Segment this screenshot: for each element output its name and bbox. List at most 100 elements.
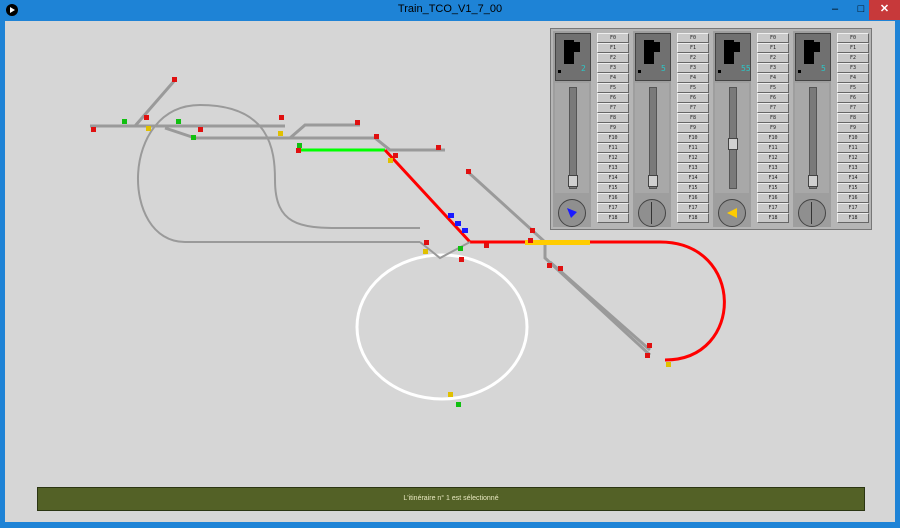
throttle-slider[interactable] bbox=[555, 83, 589, 193]
function-key[interactable]: F5 bbox=[677, 83, 709, 93]
function-key[interactable]: F7 bbox=[677, 103, 709, 113]
function-key[interactable]: F12 bbox=[837, 153, 869, 163]
function-key[interactable]: F0 bbox=[597, 33, 629, 43]
function-key[interactable]: F3 bbox=[597, 63, 629, 73]
function-key[interactable]: F10 bbox=[677, 133, 709, 143]
function-key[interactable]: F4 bbox=[597, 73, 629, 83]
loco-cab-2[interactable]: 5 F0 F1 F2 F3 F4 F5 F6 F7 F8 F9 F10 F11 … bbox=[631, 29, 711, 229]
function-key[interactable]: F11 bbox=[597, 143, 629, 153]
function-key[interactable]: F17 bbox=[757, 203, 789, 213]
direction-dial[interactable] bbox=[638, 199, 666, 227]
function-key[interactable]: F6 bbox=[597, 93, 629, 103]
function-key[interactable]: F12 bbox=[757, 153, 789, 163]
function-key[interactable]: F6 bbox=[677, 93, 709, 103]
function-key[interactable]: F8 bbox=[677, 113, 709, 123]
function-key[interactable]: F5 bbox=[597, 83, 629, 93]
function-key[interactable]: F3 bbox=[757, 63, 789, 73]
function-key[interactable]: F3 bbox=[837, 63, 869, 73]
track-diagonal-right-2[interactable] bbox=[549, 260, 651, 352]
track-route-red-main[interactable] bbox=[470, 240, 726, 362]
track-siding-top[interactable] bbox=[289, 123, 360, 140]
function-key[interactable]: F15 bbox=[757, 183, 789, 193]
function-key[interactable]: F9 bbox=[757, 123, 789, 133]
function-key[interactable]: F12 bbox=[597, 153, 629, 163]
function-key[interactable]: F1 bbox=[837, 43, 869, 53]
function-key[interactable]: F16 bbox=[837, 193, 869, 203]
function-key[interactable]: F11 bbox=[757, 143, 789, 153]
function-key[interactable]: F7 bbox=[597, 103, 629, 113]
function-key[interactable]: F9 bbox=[677, 123, 709, 133]
throttle-track[interactable] bbox=[649, 87, 657, 189]
function-key[interactable]: F1 bbox=[757, 43, 789, 53]
loco-cab-3[interactable]: 55 F0 F1 F2 F3 F4 F5 F6 F7 F8 F9 F10 F11… bbox=[711, 29, 791, 229]
function-key[interactable]: F5 bbox=[757, 83, 789, 93]
function-key[interactable]: F2 bbox=[597, 53, 629, 63]
throttle-track[interactable] bbox=[569, 87, 577, 189]
throttle-knob[interactable] bbox=[808, 175, 818, 187]
track-siding-left-2[interactable] bbox=[133, 79, 177, 127]
function-key[interactable]: F14 bbox=[597, 173, 629, 183]
function-key[interactable]: F18 bbox=[677, 213, 709, 223]
function-key[interactable]: F0 bbox=[677, 33, 709, 43]
function-key[interactable]: F12 bbox=[677, 153, 709, 163]
function-key[interactable]: F8 bbox=[837, 113, 869, 123]
train-yellow[interactable] bbox=[525, 240, 590, 245]
function-key[interactable]: F4 bbox=[837, 73, 869, 83]
function-key[interactable]: F13 bbox=[837, 163, 869, 173]
function-key[interactable]: F17 bbox=[597, 203, 629, 213]
loco-cab-1[interactable]: 2 F0 F1 F2 F3 F4 F5 F6 F7 F8 F9 F10 F11 … bbox=[551, 29, 631, 229]
function-key[interactable]: F11 bbox=[837, 143, 869, 153]
function-key[interactable]: F1 bbox=[677, 43, 709, 53]
function-key[interactable]: F2 bbox=[757, 53, 789, 63]
function-key[interactable]: F4 bbox=[677, 73, 709, 83]
throttle-knob[interactable] bbox=[728, 138, 738, 150]
function-key[interactable]: F17 bbox=[837, 203, 869, 213]
function-key[interactable]: F18 bbox=[597, 213, 629, 223]
function-key[interactable]: F2 bbox=[677, 53, 709, 63]
function-key[interactable]: F0 bbox=[837, 33, 869, 43]
function-key[interactable]: F14 bbox=[837, 173, 869, 183]
function-key[interactable]: F1 bbox=[597, 43, 629, 53]
function-key[interactable]: F10 bbox=[597, 133, 629, 143]
track-siding-left-4[interactable] bbox=[164, 126, 196, 140]
throttle-knob[interactable] bbox=[568, 175, 578, 187]
track-siding-top-2[interactable] bbox=[290, 136, 445, 152]
function-key[interactable]: F14 bbox=[677, 173, 709, 183]
function-key[interactable]: F10 bbox=[837, 133, 869, 143]
function-key[interactable]: F16 bbox=[757, 193, 789, 203]
direction-dial[interactable] bbox=[718, 199, 746, 227]
function-key[interactable]: F7 bbox=[837, 103, 869, 113]
function-key[interactable]: F9 bbox=[597, 123, 629, 133]
direction-dial[interactable] bbox=[798, 199, 826, 227]
function-key[interactable]: F18 bbox=[757, 213, 789, 223]
function-key[interactable]: F18 bbox=[837, 213, 869, 223]
function-key[interactable]: F9 bbox=[837, 123, 869, 133]
function-key[interactable]: F2 bbox=[837, 53, 869, 63]
function-key[interactable]: F6 bbox=[757, 93, 789, 103]
function-key[interactable]: F10 bbox=[757, 133, 789, 143]
throttle-slider[interactable] bbox=[795, 83, 829, 193]
function-key[interactable]: F7 bbox=[757, 103, 789, 113]
function-key[interactable]: F4 bbox=[757, 73, 789, 83]
function-key[interactable]: F8 bbox=[757, 113, 789, 123]
function-key[interactable]: F15 bbox=[597, 183, 629, 193]
throttle-slider[interactable] bbox=[715, 83, 749, 193]
function-key[interactable]: F13 bbox=[677, 163, 709, 173]
loco-cab-4[interactable]: 5 F0 F1 F2 F3 F4 F5 F6 F7 F8 F9 F10 F11 … bbox=[791, 29, 871, 229]
function-key[interactable]: F11 bbox=[677, 143, 709, 153]
function-key[interactable]: F3 bbox=[677, 63, 709, 73]
function-key[interactable]: F8 bbox=[597, 113, 629, 123]
function-key[interactable]: F16 bbox=[677, 193, 709, 203]
throttle-slider[interactable] bbox=[635, 83, 669, 193]
function-key[interactable]: F16 bbox=[597, 193, 629, 203]
throttle-knob[interactable] bbox=[648, 175, 658, 187]
function-key[interactable]: F17 bbox=[677, 203, 709, 213]
direction-dial[interactable] bbox=[558, 199, 586, 227]
function-key[interactable]: F15 bbox=[677, 183, 709, 193]
function-key[interactable]: F13 bbox=[597, 163, 629, 173]
function-key[interactable]: F15 bbox=[837, 183, 869, 193]
throttle-track[interactable] bbox=[809, 87, 817, 189]
function-key[interactable]: F5 bbox=[837, 83, 869, 93]
function-key[interactable]: F13 bbox=[757, 163, 789, 173]
function-key[interactable]: F0 bbox=[757, 33, 789, 43]
